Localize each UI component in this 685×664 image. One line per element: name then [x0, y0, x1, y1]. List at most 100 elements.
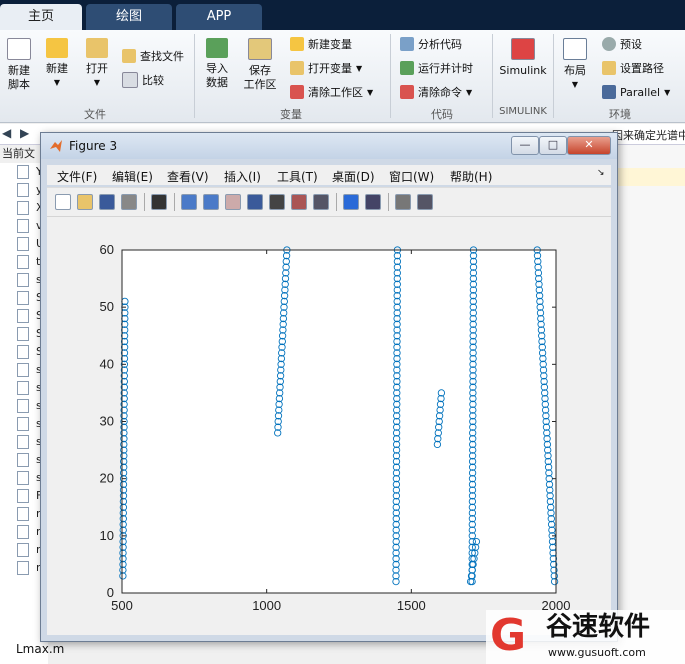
menu-insert[interactable]: 插入(I) [224, 168, 261, 185]
file-icon [17, 165, 29, 179]
file-icon [17, 237, 29, 251]
new-script-button[interactable]: 新建 脚本 [2, 38, 36, 92]
file-icon [17, 291, 29, 305]
file-icon [17, 309, 29, 323]
menu-tools[interactable]: 工具(T) [277, 168, 318, 185]
y-tick-label: 60 [100, 242, 114, 257]
chevron-down-icon: ▼ [571, 80, 579, 89]
minimize-button[interactable]: — [511, 136, 539, 155]
figure-window: Figure 3 — □ ✕ 文件(F) 编辑(E) 查看(V) 插入(I) 工… [40, 132, 618, 642]
figure-title-bar[interactable]: Figure 3 — □ ✕ [41, 133, 617, 159]
open-button[interactable]: 打开 ▼ [82, 38, 112, 90]
preferences-button[interactable]: 预设 [602, 35, 642, 53]
menu-window[interactable]: 窗口(W) [389, 168, 434, 185]
file-icon [17, 453, 29, 467]
file-icon [17, 435, 29, 449]
clear-commands-button[interactable]: 清除命令 ▼ [400, 83, 472, 101]
group-label-code: 代码 [431, 108, 453, 121]
dock-arrow-icon[interactable]: ↘ [597, 168, 605, 178]
command-window-area [612, 145, 685, 664]
zoom-in-icon[interactable] [181, 194, 197, 210]
menu-desktop[interactable]: 桌面(D) [332, 168, 375, 185]
gear-icon [602, 37, 616, 51]
tab-apps[interactable]: APP [176, 4, 262, 30]
pan-icon[interactable] [225, 194, 241, 210]
y-tick-label: 30 [100, 414, 114, 429]
clear-workspace-button[interactable]: 清除工作区 ▼ [290, 83, 373, 101]
file-icon [17, 345, 29, 359]
group-divider [553, 34, 554, 118]
forward-arrow-icon[interactable]: ▶ [20, 126, 29, 140]
show-plot-tools-icon[interactable] [417, 194, 433, 210]
plot-area[interactable] [122, 250, 556, 593]
print-icon[interactable] [121, 194, 137, 210]
x-tick-label: 1000 [252, 598, 281, 613]
file-icon [17, 183, 29, 197]
command-window-notice [612, 168, 685, 186]
brush-icon[interactable] [291, 194, 307, 210]
parallel-button[interactable]: Parallel ▼ [602, 83, 670, 101]
simulink-button[interactable]: Simulink [497, 38, 549, 78]
file-icon [17, 219, 29, 233]
group-label-simulink: SIMULINK [499, 106, 547, 117]
new-variable-icon [290, 37, 304, 51]
colorbar-icon[interactable] [343, 194, 359, 210]
menu-help[interactable]: 帮助(H) [450, 168, 492, 185]
tab-plots[interactable]: 绘图 [86, 4, 172, 30]
ribbon-toolstrip: 新建 脚本 新建 ▼ 打开 ▼ 查找文件 比较 文件 导入 数据 保存 工作区 … [0, 30, 685, 123]
open-variable-button[interactable]: 打开变量 ▼ [290, 59, 362, 77]
file-icon [17, 201, 29, 215]
chevron-down-icon: ▼ [664, 87, 671, 97]
chevron-down-icon: ▼ [356, 63, 363, 73]
file-icon [17, 489, 29, 503]
save-icon[interactable] [99, 194, 115, 210]
run-and-time-button[interactable]: 运行并计时 [400, 59, 473, 77]
new-variable-button[interactable]: 新建变量 [290, 35, 352, 53]
y-tick-label: 0 [107, 585, 114, 600]
save-workspace-button[interactable]: 保存 工作区 [240, 38, 280, 92]
watermark-brand: 谷速软件 [546, 612, 651, 642]
file-item-lmax[interactable]: Lmax.m [16, 642, 64, 656]
menu-file[interactable]: 文件(F) [57, 168, 97, 185]
back-arrow-icon[interactable]: ◀ [2, 126, 11, 140]
group-divider [194, 34, 195, 118]
find-files-button[interactable]: 查找文件 [122, 47, 184, 65]
file-icon [17, 363, 29, 377]
group-label-file: 文件 [84, 108, 106, 121]
data-cursor-icon[interactable] [269, 194, 285, 210]
hide-plot-tools-icon[interactable] [395, 194, 411, 210]
file-icon [17, 399, 29, 413]
set-path-button[interactable]: 设置路径 [602, 59, 664, 77]
file-icon [17, 543, 29, 557]
pointer-icon[interactable] [151, 194, 167, 210]
chevron-down-icon: ▼ [53, 78, 61, 87]
scatter-plot[interactable]: 500 1000 1500 20000102030405060 [47, 217, 611, 635]
toolbar-separator [336, 193, 337, 211]
ribbon-tabbar: 主页 绘图 APP [0, 0, 685, 30]
x-tick-label: 500 [111, 598, 133, 613]
file-icon [17, 561, 29, 575]
menu-view[interactable]: 查看(V) [167, 168, 209, 185]
compare-button[interactable]: 比较 [122, 71, 164, 89]
layout-button[interactable]: 布局 ▼ [558, 38, 592, 92]
close-button[interactable]: ✕ [567, 136, 611, 155]
menu-edit[interactable]: 编辑(E) [112, 168, 153, 185]
watermark-url: www.gusuoft.com [548, 646, 646, 659]
legend-icon[interactable] [365, 194, 381, 210]
maximize-button[interactable]: □ [539, 136, 567, 155]
toolbar-separator [388, 193, 389, 211]
zoom-out-icon[interactable] [203, 194, 219, 210]
import-data-button[interactable]: 导入 数据 [200, 38, 234, 90]
open-icon[interactable] [77, 194, 93, 210]
tab-home[interactable]: 主页 [0, 4, 82, 30]
y-tick-label: 40 [100, 356, 114, 371]
new-figure-icon[interactable] [55, 194, 71, 210]
group-label-variable: 变量 [280, 108, 302, 121]
toolbar-separator [144, 193, 145, 211]
layout-icon [563, 38, 587, 60]
file-icon [17, 255, 29, 269]
new-button[interactable]: 新建 ▼ [42, 38, 72, 90]
link-icon[interactable] [313, 194, 329, 210]
rotate-icon[interactable] [247, 194, 263, 210]
analyze-code-button[interactable]: 分析代码 [400, 35, 462, 53]
